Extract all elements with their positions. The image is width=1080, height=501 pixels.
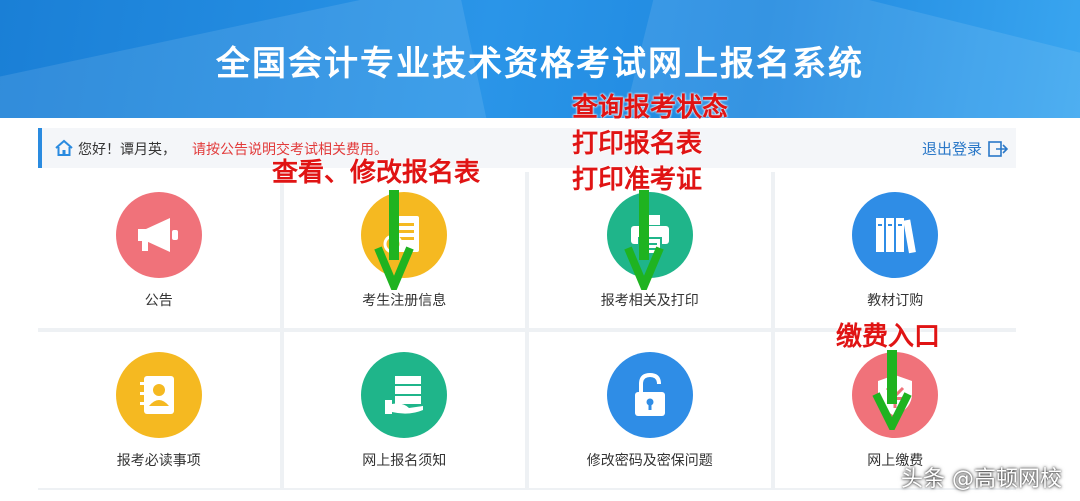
lock-icon <box>634 372 665 416</box>
annotation-status-print: 查询报考状态 打印报名表 打印准考证 <box>572 90 728 198</box>
books-icon <box>876 218 917 254</box>
tile-label: 报考相关及打印 <box>600 293 699 309</box>
tile-textbook-order[interactable]: 教材订购 <box>774 172 1016 328</box>
annotation-payment: 缴费入口 <box>836 322 941 352</box>
annotation-line: 打印报名表 <box>572 129 703 159</box>
annotation-view-edit: 查看、修改报名表 <box>272 158 481 188</box>
server-hand-icon <box>385 376 424 414</box>
tile-label: 公告 <box>144 293 173 309</box>
tile-label: 修改密码及密保问题 <box>586 453 713 469</box>
annotation-line: 查询报考状态 <box>572 93 729 123</box>
home-icon[interactable] <box>54 139 74 157</box>
tile-registration-notice[interactable]: 网上报名须知 <box>283 332 525 488</box>
system-title: 全国会计专业技术资格考试网上报名系统 <box>216 44 864 84</box>
notice-circle <box>361 352 448 438</box>
password-circle <box>606 352 693 438</box>
announcement-circle <box>115 192 202 278</box>
logout-label: 退出登录 <box>921 140 982 158</box>
logout-button[interactable]: 退出登录 <box>922 138 1008 159</box>
arrow-down-icon <box>872 350 912 430</box>
tile-label: 考生注册信息 <box>362 293 447 309</box>
tile-must-read[interactable]: 报考必读事项 <box>38 332 280 488</box>
greeting-text: 您好！谭月英， <box>78 142 176 158</box>
logout-icon <box>988 140 1008 157</box>
tile-label: 网上报名须知 <box>362 453 447 469</box>
arrow-down-icon <box>374 190 414 290</box>
megaphone-icon <box>137 218 178 252</box>
header-banner: 全国会计专业技术资格考试网上报名系统 <box>0 0 1080 118</box>
watermark: 头条 @高顿网校 <box>901 467 1062 492</box>
arrow-down-icon <box>624 190 664 290</box>
textbook-circle <box>852 192 939 278</box>
must-read-circle <box>115 352 202 438</box>
tile-label: 报考必读事项 <box>116 453 201 469</box>
tile-change-password[interactable]: 修改密码及密保问题 <box>529 332 771 488</box>
tile-label: 教材订购 <box>867 293 924 309</box>
tile-announcement[interactable]: 公告 <box>38 172 280 328</box>
contact-book-icon <box>139 376 174 414</box>
greeting-bar: 您好！谭月英， 请按公告说明交考试相关费用。 退出登录 <box>38 128 1016 168</box>
